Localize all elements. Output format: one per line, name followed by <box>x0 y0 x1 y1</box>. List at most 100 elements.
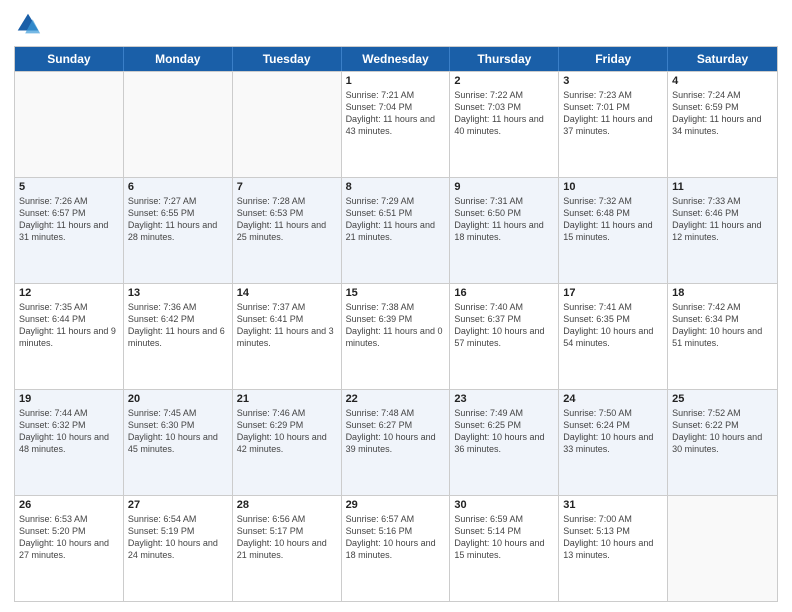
calendar-body: 1 Sunrise: 7:21 AM Sunset: 7:04 PM Daylig… <box>15 71 777 601</box>
calendar-cell-2-4: 8 Sunrise: 7:29 AM Sunset: 6:51 PM Daylig… <box>342 178 451 283</box>
calendar-cell-1-6: 3 Sunrise: 7:23 AM Sunset: 7:01 PM Daylig… <box>559 72 668 177</box>
calendar-cell-4-1: 19Sunrise: 7:44 AM Sunset: 6:32 PM Dayli… <box>15 390 124 495</box>
cell-day-number: 24 <box>563 393 663 405</box>
logo <box>14 10 46 38</box>
calendar-cell-2-3: 7 Sunrise: 7:28 AM Sunset: 6:53 PM Daylig… <box>233 178 342 283</box>
calendar-cell-3-3: 14 Sunrise: 7:37 AM Sunset: 6:41 PM Dayli… <box>233 284 342 389</box>
cell-daylight-info: Sunrise: 7:31 AM Sunset: 6:50 PM Dayligh… <box>454 195 554 244</box>
calendar-cell-5-1: 26 Sunrise: 6:53 AM Sunset: 5:20 PM Dayli… <box>15 496 124 601</box>
calendar-cell-1-2 <box>124 72 233 177</box>
cell-daylight-info: Sunrise: 7:28 AM Sunset: 6:53 PM Dayligh… <box>237 195 337 244</box>
cell-day-number: 3 <box>563 75 663 87</box>
cell-daylight-info: Sunrise: 7:41 AM Sunset: 6:35 PM Dayligh… <box>563 301 663 350</box>
calendar: SundayMondayTuesdayWednesdayThursdayFrid… <box>14 46 778 602</box>
calendar-cell-2-7: 11 Sunrise: 7:33 AM Sunset: 6:46 PM Dayli… <box>668 178 777 283</box>
calendar-cell-3-2: 13 Sunrise: 7:36 AM Sunset: 6:42 PM Dayli… <box>124 284 233 389</box>
cell-day-number: 27 <box>128 499 228 511</box>
cell-daylight-info: Sunrise: 7:00 AM Sunset: 5:13 PM Dayligh… <box>563 513 663 562</box>
cell-day-number: 31 <box>563 499 663 511</box>
logo-icon <box>14 10 42 38</box>
cell-daylight-info: Sunrise: 7:46 AM Sunset: 6:29 PM Dayligh… <box>237 407 337 456</box>
cell-day-number: 28 <box>237 499 337 511</box>
cell-daylight-info: Sunrise: 7:21 AM Sunset: 7:04 PM Dayligh… <box>346 89 446 138</box>
calendar-cell-3-5: 16 Sunrise: 7:40 AM Sunset: 6:37 PM Dayli… <box>450 284 559 389</box>
cell-daylight-info: Sunrise: 6:57 AM Sunset: 5:16 PM Dayligh… <box>346 513 446 562</box>
cell-daylight-info: Sunrise: 7:40 AM Sunset: 6:37 PM Dayligh… <box>454 301 554 350</box>
calendar-cell-1-3 <box>233 72 342 177</box>
cell-daylight-info: Sunrise: 7:45 AM Sunset: 6:30 PM Dayligh… <box>128 407 228 456</box>
calendar-cell-3-6: 17 Sunrise: 7:41 AM Sunset: 6:35 PM Dayli… <box>559 284 668 389</box>
calendar-header-monday: Monday <box>124 47 233 71</box>
cell-daylight-info: Sunrise: 7:29 AM Sunset: 6:51 PM Dayligh… <box>346 195 446 244</box>
calendar-cell-5-7 <box>668 496 777 601</box>
calendar-cell-5-3: 28 Sunrise: 6:56 AM Sunset: 5:17 PM Dayli… <box>233 496 342 601</box>
cell-day-number: 11 <box>672 181 773 193</box>
calendar-cell-3-7: 18 Sunrise: 7:42 AM Sunset: 6:34 PM Dayli… <box>668 284 777 389</box>
cell-day-number: 2 <box>454 75 554 87</box>
cell-daylight-info: Sunrise: 7:27 AM Sunset: 6:55 PM Dayligh… <box>128 195 228 244</box>
cell-daylight-info: Sunrise: 6:56 AM Sunset: 5:17 PM Dayligh… <box>237 513 337 562</box>
calendar-header-thursday: Thursday <box>450 47 559 71</box>
calendar-cell-5-2: 27 Sunrise: 6:54 AM Sunset: 5:19 PM Dayli… <box>124 496 233 601</box>
calendar-cell-1-4: 1 Sunrise: 7:21 AM Sunset: 7:04 PM Daylig… <box>342 72 451 177</box>
cell-daylight-info: Sunrise: 7:38 AM Sunset: 6:39 PM Dayligh… <box>346 301 446 350</box>
cell-day-number: 15 <box>346 287 446 299</box>
cell-day-number: 14 <box>237 287 337 299</box>
calendar-cell-2-1: 5 Sunrise: 7:26 AM Sunset: 6:57 PM Daylig… <box>15 178 124 283</box>
cell-day-number: 1 <box>346 75 446 87</box>
cell-daylight-info: Sunrise: 7:49 AM Sunset: 6:25 PM Dayligh… <box>454 407 554 456</box>
cell-daylight-info: Sunrise: 7:36 AM Sunset: 6:42 PM Dayligh… <box>128 301 228 350</box>
calendar-header-sunday: Sunday <box>15 47 124 71</box>
cell-day-number: 5 <box>19 181 119 193</box>
cell-daylight-info: Sunrise: 6:53 AM Sunset: 5:20 PM Dayligh… <box>19 513 119 562</box>
cell-daylight-info: Sunrise: 7:50 AM Sunset: 6:24 PM Dayligh… <box>563 407 663 456</box>
cell-day-number: 26 <box>19 499 119 511</box>
cell-daylight-info: Sunrise: 6:54 AM Sunset: 5:19 PM Dayligh… <box>128 513 228 562</box>
cell-day-number: 29 <box>346 499 446 511</box>
calendar-row-2: 5 Sunrise: 7:26 AM Sunset: 6:57 PM Daylig… <box>15 177 777 283</box>
calendar-cell-4-5: 23 Sunrise: 7:49 AM Sunset: 6:25 PM Dayli… <box>450 390 559 495</box>
calendar-cell-3-1: 12Sunrise: 7:35 AM Sunset: 6:44 PM Dayli… <box>15 284 124 389</box>
cell-daylight-info: Sunrise: 7:23 AM Sunset: 7:01 PM Dayligh… <box>563 89 663 138</box>
cell-day-number: 4 <box>672 75 773 87</box>
calendar-header-row: SundayMondayTuesdayWednesdayThursdayFrid… <box>15 47 777 71</box>
calendar-header-friday: Friday <box>559 47 668 71</box>
calendar-cell-5-6: 31 Sunrise: 7:00 AM Sunset: 5:13 PM Dayli… <box>559 496 668 601</box>
calendar-header-tuesday: Tuesday <box>233 47 342 71</box>
cell-daylight-info: Sunrise: 7:22 AM Sunset: 7:03 PM Dayligh… <box>454 89 554 138</box>
cell-day-number: 30 <box>454 499 554 511</box>
calendar-cell-4-3: 21 Sunrise: 7:46 AM Sunset: 6:29 PM Dayli… <box>233 390 342 495</box>
cell-day-number: 22 <box>346 393 446 405</box>
calendar-row-1: 1 Sunrise: 7:21 AM Sunset: 7:04 PM Daylig… <box>15 71 777 177</box>
calendar-cell-4-4: 22 Sunrise: 7:48 AM Sunset: 6:27 PM Dayli… <box>342 390 451 495</box>
calendar-cell-1-7: 4 Sunrise: 7:24 AM Sunset: 6:59 PM Daylig… <box>668 72 777 177</box>
cell-daylight-info: Sunrise: 6:59 AM Sunset: 5:14 PM Dayligh… <box>454 513 554 562</box>
cell-day-number: 13 <box>128 287 228 299</box>
cell-day-number: 21 <box>237 393 337 405</box>
page: SundayMondayTuesdayWednesdayThursdayFrid… <box>0 0 792 612</box>
calendar-row-3: 12Sunrise: 7:35 AM Sunset: 6:44 PM Dayli… <box>15 283 777 389</box>
cell-day-number: 7 <box>237 181 337 193</box>
cell-day-number: 6 <box>128 181 228 193</box>
cell-daylight-info: Sunrise: 7:37 AM Sunset: 6:41 PM Dayligh… <box>237 301 337 350</box>
calendar-cell-2-6: 10 Sunrise: 7:32 AM Sunset: 6:48 PM Dayli… <box>559 178 668 283</box>
cell-day-number: 12 <box>19 287 119 299</box>
cell-day-number: 16 <box>454 287 554 299</box>
cell-day-number: 20 <box>128 393 228 405</box>
calendar-cell-4-2: 20 Sunrise: 7:45 AM Sunset: 6:30 PM Dayli… <box>124 390 233 495</box>
cell-daylight-info: Sunrise: 7:33 AM Sunset: 6:46 PM Dayligh… <box>672 195 773 244</box>
calendar-cell-4-7: 25Sunrise: 7:52 AM Sunset: 6:22 PM Dayli… <box>668 390 777 495</box>
cell-day-number: 17 <box>563 287 663 299</box>
cell-day-number: 10 <box>563 181 663 193</box>
cell-daylight-info: Sunrise: 7:42 AM Sunset: 6:34 PM Dayligh… <box>672 301 773 350</box>
cell-day-number: 25 <box>672 393 773 405</box>
cell-day-number: 8 <box>346 181 446 193</box>
cell-daylight-info: Sunrise: 7:48 AM Sunset: 6:27 PM Dayligh… <box>346 407 446 456</box>
cell-daylight-info: Sunrise: 7:26 AM Sunset: 6:57 PM Dayligh… <box>19 195 119 244</box>
cell-day-number: 18 <box>672 287 773 299</box>
cell-day-number: 23 <box>454 393 554 405</box>
cell-daylight-info: Sunrise: 7:44 AM Sunset: 6:32 PM Dayligh… <box>19 407 119 456</box>
calendar-header-wednesday: Wednesday <box>342 47 451 71</box>
cell-daylight-info: Sunrise: 7:32 AM Sunset: 6:48 PM Dayligh… <box>563 195 663 244</box>
cell-daylight-info: Sunrise: 7:24 AM Sunset: 6:59 PM Dayligh… <box>672 89 773 138</box>
